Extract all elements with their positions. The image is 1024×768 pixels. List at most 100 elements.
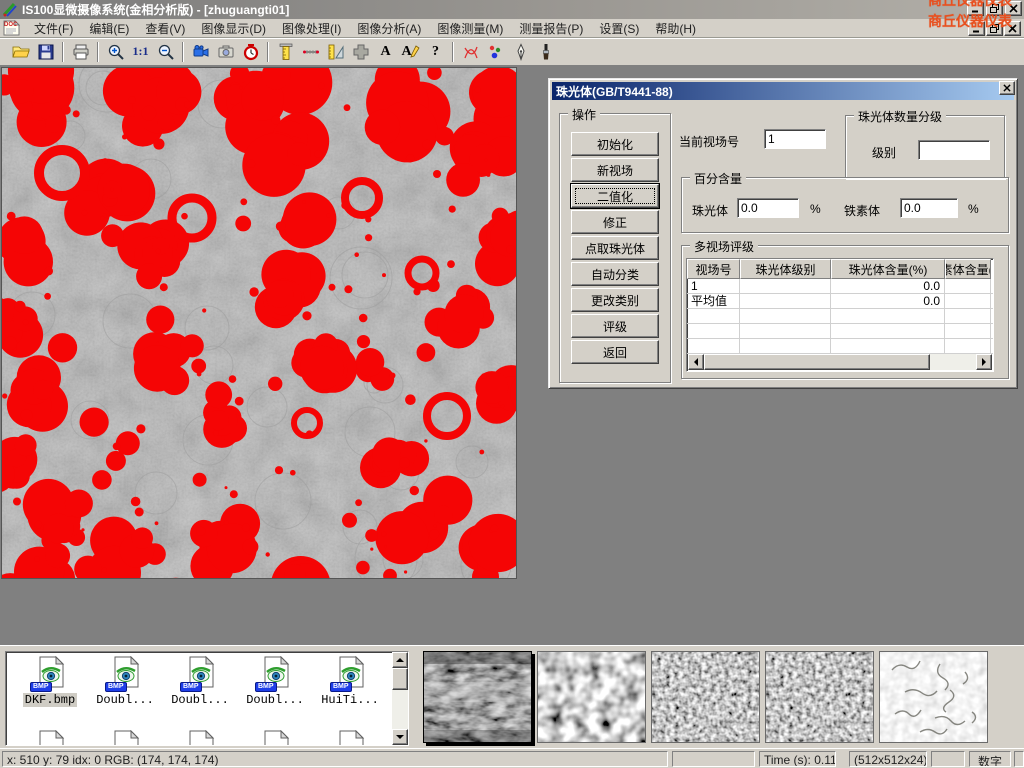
help-button[interactable]: ? [423, 40, 448, 64]
child-close-button[interactable] [1004, 21, 1021, 36]
print-button[interactable] [68, 40, 93, 64]
file-name[interactable]: DKF.bmp [23, 693, 77, 707]
scroll-up-button[interactable] [392, 652, 408, 668]
cell-grade [740, 294, 831, 308]
thumbnail-5[interactable] [879, 651, 988, 743]
menu-help[interactable]: 帮助(H) [647, 18, 704, 39]
timer-clock-icon [242, 43, 260, 61]
thumbnail-4[interactable] [765, 651, 874, 743]
file-name[interactable]: Doubl... [169, 693, 231, 707]
scrollbar-thumb[interactable] [392, 668, 408, 690]
toolbar-separator [452, 42, 454, 62]
menu-edit[interactable]: 编辑(E) [81, 18, 137, 39]
document-icon[interactable]: DOC [3, 20, 20, 36]
file-item[interactable]: BMP DKF.bmp [14, 656, 86, 707]
multi-field-group: 多视场评级 视场号 珠光体级别 珠光体含量(%) 铁素体含量(%) 1 0.0 [681, 245, 1009, 379]
return-button[interactable]: 返回 [571, 340, 659, 364]
actual-size-button[interactable]: 1:1 [128, 40, 153, 64]
close-icon [1003, 84, 1011, 92]
file-item[interactable]: BMP [164, 730, 236, 746]
rate-button[interactable]: 评级 [571, 314, 659, 338]
scrollbar-track[interactable] [930, 354, 976, 370]
file-item[interactable]: BMP [314, 730, 386, 746]
file-item[interactable]: BMP HuiTi... [314, 656, 386, 707]
scroll-right-button[interactable] [976, 354, 992, 370]
text-a-icon: A [380, 44, 390, 60]
micrograph-canvas [2, 68, 516, 578]
menu-image-processing[interactable]: 图像处理(I) [274, 18, 349, 39]
table-row[interactable]: 平均值 0.0 [687, 294, 993, 309]
menu-view[interactable]: 查看(V) [137, 18, 193, 39]
thumbnail-1[interactable] [423, 651, 532, 743]
zoom-out-button[interactable] [153, 40, 178, 64]
ruler-horizontal-button[interactable] [298, 40, 323, 64]
text-tool-button[interactable]: A [373, 40, 398, 64]
menu-image-analysis[interactable]: 图像分析(A) [349, 18, 429, 39]
child-minimize-button[interactable] [968, 21, 985, 36]
timer-button[interactable] [238, 40, 263, 64]
grade-level-input[interactable] [918, 140, 990, 160]
red-curve-icon [462, 43, 480, 61]
cell-pearlite: 0.0 [831, 279, 945, 293]
file-name[interactable]: Doubl... [244, 693, 306, 707]
file-item[interactable]: BMP [89, 730, 161, 746]
file-item[interactable]: BMP Doubl... [89, 656, 161, 707]
scrollbar-thumb[interactable] [704, 354, 930, 370]
correct-button[interactable]: 修正 [571, 210, 659, 234]
binarize-button[interactable]: 二值化 [571, 184, 659, 208]
zoom-in-button[interactable] [103, 40, 128, 64]
pencil-icon [410, 45, 420, 59]
annotate-tool-button[interactable]: A [398, 40, 423, 64]
count-points-button[interactable] [483, 40, 508, 64]
window-minimize-button[interactable] [967, 1, 984, 16]
window-close-button[interactable] [1005, 1, 1022, 16]
file-item[interactable]: BMP Doubl... [239, 656, 311, 707]
menu-settings[interactable]: 设置(S) [591, 18, 647, 39]
horizontal-measure-icon [302, 43, 320, 61]
current-field-input[interactable] [764, 129, 826, 149]
thumbnail-3[interactable] [651, 651, 760, 743]
menu-measure-report[interactable]: 测量报告(P) [511, 18, 591, 39]
init-button[interactable]: 初始化 [571, 132, 659, 156]
ruler-angle-button[interactable] [323, 40, 348, 64]
file-item[interactable]: BMP Doubl... [164, 656, 236, 707]
menu-image-measure[interactable]: 图像测量(M) [429, 18, 511, 39]
pick-pearlite-button[interactable]: 点取珠光体 [571, 236, 659, 260]
pen-tool-button[interactable] [508, 40, 533, 64]
ruler-vertical-button[interactable] [273, 40, 298, 64]
menu-image-display[interactable]: 图像显示(D) [193, 18, 274, 39]
save-button[interactable] [33, 40, 58, 64]
pearlite-dialog: 珠光体(GB/T9441-88) 操作 初始化 新视场 二值化 修正 点取珠光体… [548, 78, 1018, 389]
auto-classify-button[interactable]: 自动分类 [571, 262, 659, 286]
merge-tool-button[interactable] [348, 40, 373, 64]
brush-tool-button[interactable] [533, 40, 558, 64]
scroll-down-button[interactable] [392, 729, 408, 745]
table-horizontal-scrollbar[interactable] [688, 354, 992, 370]
help-question-icon: ? [432, 44, 439, 60]
child-restore-button[interactable] [986, 21, 1003, 36]
window-restore-button[interactable] [986, 1, 1003, 16]
file-browser-scrollbar[interactable] [392, 652, 408, 745]
dialog-close-button[interactable] [999, 81, 1015, 95]
file-item[interactable]: BMP [14, 730, 86, 746]
new-field-button[interactable]: 新视场 [571, 158, 659, 182]
open-button[interactable] [8, 40, 33, 64]
micrograph-image[interactable] [1, 67, 517, 579]
col-pearlite-content: 珠光体含量(%) [831, 259, 945, 279]
video-capture-button[interactable] [188, 40, 213, 64]
numbered-points-icon [487, 43, 505, 61]
thumbnail-2[interactable] [537, 651, 646, 743]
snapshot-button[interactable] [213, 40, 238, 64]
curve-tool-button[interactable] [458, 40, 483, 64]
menu-file[interactable]: 文件(F) [26, 18, 81, 39]
file-name[interactable]: Doubl... [94, 693, 156, 707]
ruler-triangle-icon [327, 43, 345, 61]
ferrite-percent-input[interactable] [900, 198, 958, 218]
change-class-button[interactable]: 更改类别 [571, 288, 659, 312]
file-name[interactable]: HuiTi... [319, 693, 381, 707]
pearlite-percent-input[interactable] [737, 198, 799, 218]
file-item[interactable]: BMP [239, 730, 311, 746]
current-field-label: 当前视场号 [679, 133, 739, 150]
table-row[interactable]: 1 0.0 [687, 279, 993, 294]
scroll-left-button[interactable] [688, 354, 704, 370]
